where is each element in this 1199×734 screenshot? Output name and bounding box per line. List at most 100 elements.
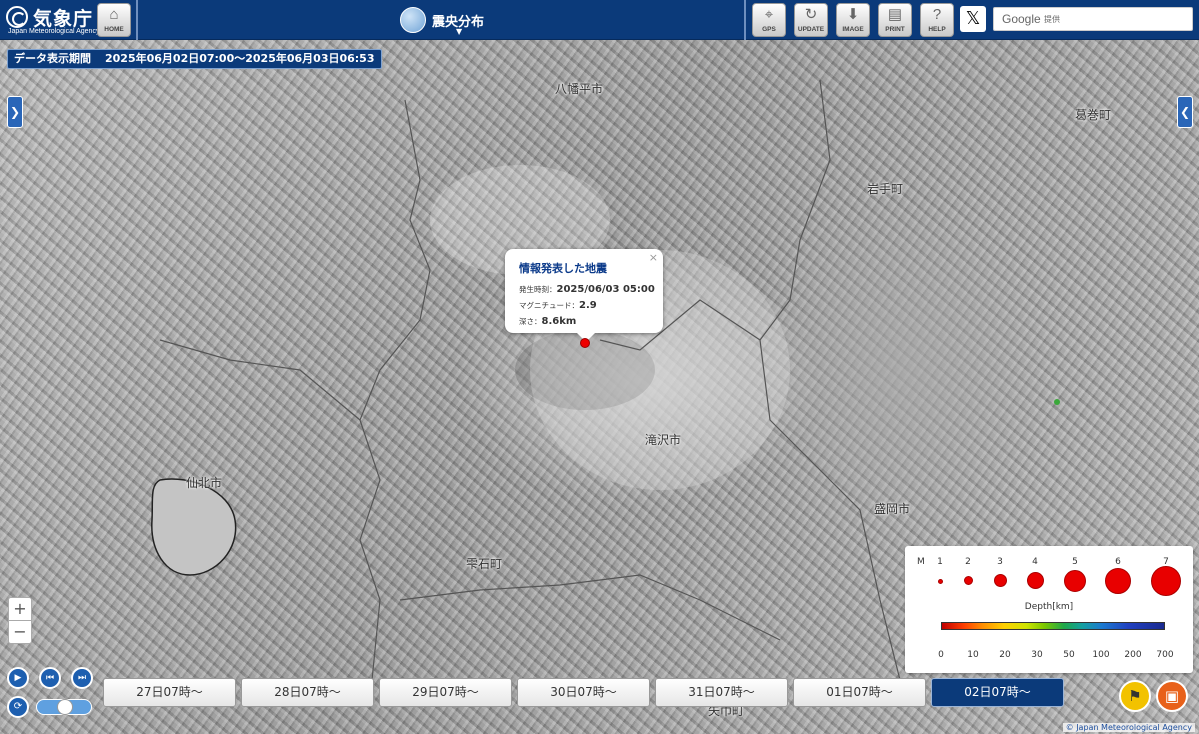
speed-button[interactable]: ⟳ [7,696,29,718]
zoom-out-button[interactable]: − [8,620,32,644]
skip-back-icon: ⏮ [45,673,55,683]
lake-shape [151,478,237,576]
home-label: HOME [104,26,124,33]
place-label: 八幡平市 [555,82,604,96]
image-button[interactable]: ⬇ IMAGE [836,3,870,37]
magnitude-value: 5 [1072,557,1078,567]
place-label: 雫石町 [466,557,503,571]
depth-title: Depth[km] [1024,602,1074,612]
right-panel-toggle[interactable]: ❮ [1177,96,1193,128]
person-sign-icon: ⚑ [1128,687,1142,705]
jma-emblem-icon [6,6,28,28]
legend-panel: M 1 2 3 4 5 6 7 Depth[km] 0 10 20 30 50 … [905,546,1193,673]
book-icon: ▣ [1164,687,1180,705]
close-icon[interactable]: × [649,251,658,264]
day-button[interactable]: 29日07時～ [379,678,512,707]
home-button[interactable]: ⌂ HOME [97,3,131,37]
place-label: 仙北市 [186,476,223,490]
agency-name-en: Japan Meteorological Agency [8,28,100,35]
magnitude-value: 6 [1115,557,1121,567]
depth-tick: 100 [1092,650,1110,660]
day-button[interactable]: 01日07時～ [793,678,926,707]
depth-tick: 700 [1156,650,1174,660]
speed-icon: ⟳ [13,701,23,712]
speed-slider-handle[interactable] [57,699,73,715]
depth-tick: 30 [1031,650,1043,660]
epicenter-marker[interactable] [580,338,590,348]
copyright-credit: © Japan Meteorological Agency [1062,723,1195,732]
magnitude-label: M [917,557,925,567]
gps-icon: ⌖ [764,6,774,23]
play-icon: ▶ [14,673,22,683]
day-button[interactable]: 30日07時～ [517,678,650,707]
info-guide-button[interactable]: ⚑ [1119,680,1151,712]
place-label: 盛岡市 [874,502,911,516]
magnitude-value: 3 [997,557,1003,567]
image-label: IMAGE [842,26,864,33]
magnitude-circle [964,576,973,585]
popup-value: 2.9 [579,300,597,311]
municipal-boundary [359,99,431,681]
earthquake-popup: × 情報発表した地震 発生時刻：2025/06/03 05:00 マグニチュード… [505,249,663,342]
place-label: 岩手町 [867,182,904,196]
speed-slider[interactable] [36,699,92,715]
depth-tick: 20 [999,650,1011,660]
help-button[interactable]: ? HELP [920,3,954,37]
place-label: 葛巻町 [1075,108,1112,122]
magnitude-circle [1105,568,1131,594]
download-icon: ⬇ [846,6,860,23]
refresh-icon: ↻ [804,6,818,23]
google-search-box[interactable]: Google 提供 [993,7,1193,31]
day-button[interactable]: 02日07時～ [931,678,1064,707]
gps-button[interactable]: ⌖ GPS [752,3,786,37]
small-quake-marker [1054,399,1060,405]
map-canvas[interactable]: 八幡平市 岩手町 滝沢市 仙北市 雫石町 盛岡市 矢巾町 葛巻町 データ表示期間… [0,40,1199,734]
magnitude-circle [938,579,943,584]
popup-key: 深さ： [519,317,542,326]
popup-value: 8.6km [541,316,577,327]
municipal-boundary [159,339,361,421]
magnitude-circle [1064,570,1086,592]
home-icon: ⌂ [109,6,119,23]
popup-row-depth: 深さ：8.6km [519,309,576,328]
jma-logo[interactable]: 気象庁 Japan Meteorological Agency [6,4,99,36]
search-placeholder: 提供 [1044,15,1060,24]
x-share-button[interactable]: 𝕏 [960,6,986,32]
print-button[interactable]: ▤ PRINT [878,3,912,37]
header-divider [136,0,138,40]
depth-tick: 200 [1124,650,1142,660]
update-label: UPDATE [797,26,825,33]
epicenter-map-icon [400,7,426,33]
help-icon: ? [932,6,942,23]
header-bar: 気象庁 Japan Meteorological Agency ⌂ HOME 震… [0,0,1199,40]
depth-colorbar [941,622,1165,630]
chevron-left-icon: ❮ [1179,105,1191,119]
agency-name: 気象庁 [33,8,94,30]
period-label: データ表示期間 [14,52,91,65]
rewind-button[interactable]: ⏮ [39,667,61,689]
day-button[interactable]: 27日07時～ [103,678,236,707]
google-brand: Google [1002,12,1041,26]
day-button[interactable]: 28日07時～ [241,678,374,707]
municipal-boundary [399,574,781,641]
skip-forward-icon: ⏭ [77,673,87,683]
place-label: 滝沢市 [645,433,682,447]
magnitude-circle [994,574,1007,587]
data-period-banner: データ表示期間 2025年06月02日07:00～2025年06月03日06:53 [7,49,382,69]
print-label: PRINT [885,26,905,33]
day-button[interactable]: 31日07時～ [655,678,788,707]
period-range: 2025年06月02日07:00～2025年06月03日06:53 [105,52,375,65]
popup-title: 情報発表した地震 [519,262,607,275]
play-button[interactable]: ▶ [7,667,29,689]
left-panel-toggle[interactable]: ❯ [7,96,23,128]
manual-button[interactable]: ▣ [1156,680,1188,712]
municipal-boundary [759,79,831,341]
depth-tick: 0 [938,650,944,660]
magnitude-circle [1151,566,1181,596]
zoom-in-button[interactable]: + [8,597,32,621]
update-button[interactable]: ↻ UPDATE [794,3,828,37]
magnitude-value: 4 [1032,557,1038,567]
forward-button[interactable]: ⏭ [71,667,93,689]
depth-tick: 10 [967,650,979,660]
magnitude-value: 2 [965,557,971,567]
